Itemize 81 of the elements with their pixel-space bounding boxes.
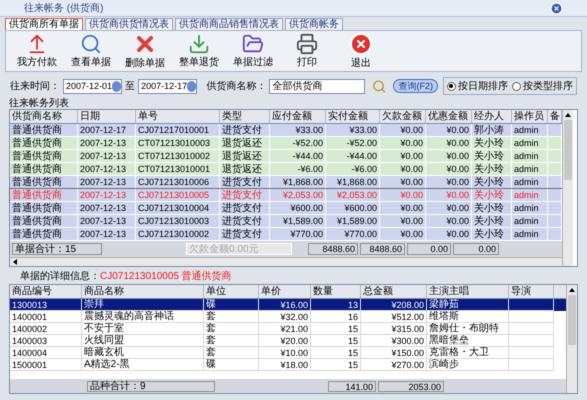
table-cell: 碟	[204, 359, 259, 371]
table-cell: ¥18.00	[259, 359, 311, 371]
total-cell: 0.00	[453, 243, 499, 255]
total-cell: 8488.60	[308, 243, 358, 255]
toolbar-button[interactable]: 退出	[342, 32, 380, 70]
time-label: 往来时间：	[10, 80, 60, 94]
tab[interactable]: 供货商所有单据	[5, 18, 83, 30]
spin-icon[interactable]	[112, 80, 122, 92]
column-header[interactable]: 单位	[204, 285, 259, 298]
printer-icon	[296, 33, 318, 55]
column-header[interactable]: 供货商名称	[10, 110, 78, 123]
table-row[interactable]: 普通供货商 2007-12-13 CT071213010001 退货返还 -¥6.00 -¥6.00 ¥0.00 ¥0.00 关小玲 admin	[10, 163, 562, 176]
table-row[interactable]: 普通供货商 2007-12-13 CJ071213010002 进货支付 ¥770.00 ¥770.00 ¥0.00 ¥0.00 关小玲 admin	[10, 228, 562, 241]
column-header[interactable]: 商品名称	[82, 285, 204, 298]
total-cell: 8488.60	[360, 243, 405, 255]
sort-radio[interactable]: 按类型排序	[512, 78, 573, 94]
supplier-field[interactable]: 全部供货商	[269, 78, 366, 94]
column-header[interactable]: 应付金额	[270, 110, 326, 123]
column-header[interactable]: 日期	[78, 110, 136, 123]
column-header[interactable]: 导演	[509, 285, 554, 298]
total-cell: 141.00	[328, 380, 376, 392]
folder-icon	[242, 33, 264, 55]
detail-label: 单据的详细信息：	[20, 270, 100, 284]
column-header[interactable]: 主演主唱	[427, 285, 509, 298]
toolbar-button[interactable]: 整单退货	[180, 33, 218, 69]
download-tray-icon	[188, 33, 210, 55]
toolbar-button[interactable]: 打印	[288, 33, 326, 69]
table-row[interactable]: 普通供货商 2007-12-13 CT071213010002 退货返还 -¥44.00 -¥44.00 ¥0.00 ¥0.00 关小玲 admin	[10, 150, 562, 163]
column-header[interactable]: 单价	[259, 285, 311, 298]
table-cell: A精选2-黑	[82, 359, 204, 371]
column-header[interactable]: 数量	[311, 285, 361, 298]
count-label: 品种合计：9	[87, 380, 215, 392]
column-header[interactable]: 总金额	[361, 285, 427, 298]
total-cell: 0.00	[407, 243, 451, 255]
table-cell: 1500001	[10, 359, 82, 371]
horizontal-scrollbar[interactable]	[10, 257, 562, 266]
column-header[interactable]: 欠款金额	[380, 110, 426, 123]
column-header[interactable]: 操作员	[512, 110, 548, 123]
spin-icon[interactable]	[187, 80, 196, 92]
table-row[interactable]: 普通供货商 2007-12-13 CJ071213010004 进货支付 ¥600.00 ¥600.00 ¥0.00 ¥0.00 关小玲 admin	[10, 202, 562, 215]
toolbar-button[interactable]: 我方付款	[18, 33, 56, 69]
debt-label: 欠款金额0.00元	[186, 243, 292, 255]
toolbar-button[interactable]: 单据过滤	[234, 33, 272, 69]
tab[interactable]: 供货商商品销售情况表	[175, 18, 283, 30]
date-field[interactable]: 2007-12-01	[63, 78, 122, 94]
separator-label: 至	[125, 80, 136, 94]
vertical-scrollbar[interactable]	[566, 285, 577, 393]
date-field[interactable]: 2007-12-17	[138, 78, 198, 94]
column-header[interactable]: 商品编号	[10, 285, 82, 298]
toolbar-button[interactable]: 查看单据	[72, 33, 110, 69]
table-row[interactable]: 普通供货商 2007-12-13 CT071213010003 退货返还 -¥52.00 -¥52.00 ¥0.00 ¥0.00 关小玲 admin	[10, 137, 562, 150]
tab[interactable]: 供货商供货情况表	[85, 18, 173, 30]
close-icon[interactable]	[550, 2, 563, 14]
column-header[interactable]: 实付金额	[326, 110, 380, 123]
group-title: 往来帐务列表	[9, 98, 70, 109]
table-row[interactable]: 普通供货商 2007-12-13 CJ071213010006 进货支付 ¥1,868.00 ¥1,868.00 ¥0.00 ¥0.00 关小玲 admin	[10, 176, 562, 189]
table-row[interactable]: 普通供货商 2007-12-13 CJ071213010003 进货支付 ¥1,589.00 ¥1,589.00 ¥0.00 ¥0.00 关小玲 admin	[10, 215, 562, 228]
sort-radio[interactable]: 按日期排序	[446, 78, 508, 94]
column-header[interactable]: 经办人	[472, 110, 512, 123]
scroll-left-icon[interactable]	[12, 259, 18, 265]
column-header[interactable]: 类型	[220, 110, 270, 123]
column-header[interactable]: 单号	[136, 110, 220, 123]
table-row[interactable]: 普通供货商 2007-12-17 CJ071217010001 进货支付 ¥33.00 ¥33.00 ¥0.00 ¥0.00 郭小涛 admin	[10, 124, 562, 137]
exit-icon	[349, 32, 373, 56]
toolbar-button[interactable]: 删除单据	[126, 32, 164, 70]
count-label: 单据合计：15	[12, 243, 102, 255]
table-cell: ¥270.00	[361, 359, 427, 371]
window-title: 往来帐务 (供货商)	[24, 2, 104, 16]
tab[interactable]: 供货商帐务	[285, 18, 343, 30]
column-header[interactable]: 优惠金额	[426, 110, 472, 123]
query-button[interactable]: 查询(F2)	[393, 79, 438, 93]
table-cell: 15	[311, 359, 361, 371]
bill-info: CJ071213010005 普通供货商	[100, 270, 232, 284]
search-icon[interactable]	[372, 78, 386, 94]
table-cell	[509, 359, 554, 371]
scroll-up-icon[interactable]	[569, 287, 575, 293]
total-cell: 2053.00	[378, 380, 444, 392]
scroll-up-icon[interactable]	[565, 112, 571, 118]
vertical-scrollbar[interactable]	[562, 110, 573, 266]
magnifier-icon	[80, 33, 102, 55]
supplier-label: 供货商名称：	[206, 80, 266, 94]
